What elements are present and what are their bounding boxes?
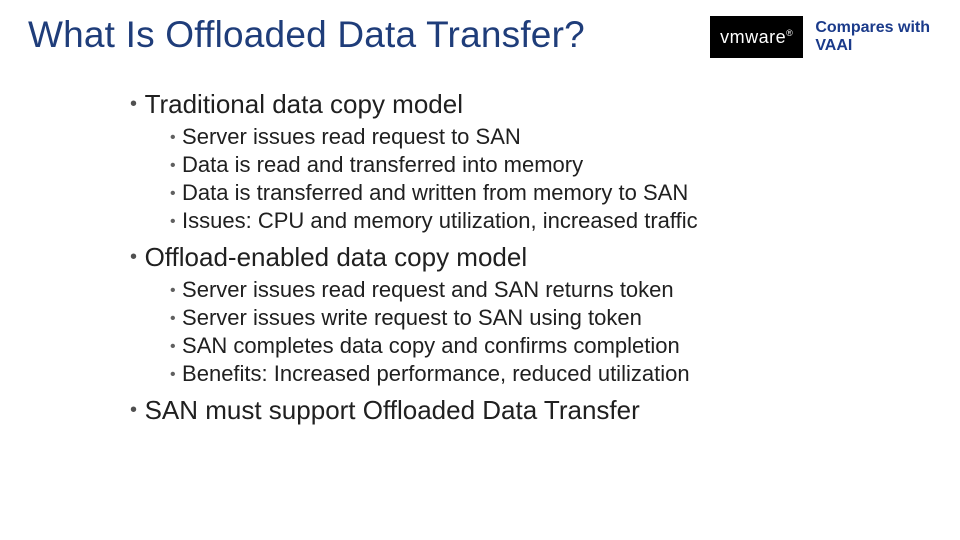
bullet-lvl2: Data is read and transferred into memory (170, 151, 890, 179)
vmware-logo: vmware® (710, 16, 803, 58)
bullet-lvl2: Server issues read request to SAN (170, 123, 890, 151)
bullet-lvl2: Server issues write request to SAN using… (170, 304, 890, 332)
slide: What Is Offloaded Data Transfer? vmware®… (0, 0, 960, 540)
bullet-group: Server issues read request to SAN Data i… (170, 123, 890, 236)
vmware-logo-text: vmware (720, 27, 786, 47)
badge-line2: VAAI (815, 37, 930, 55)
content-area: Traditional data copy model Server issue… (130, 84, 890, 429)
badge-line1: Compares with (815, 19, 930, 37)
bullet-group: Server issues read request and SAN retur… (170, 276, 890, 389)
bullet-lvl1: Offload-enabled data copy model (130, 241, 890, 274)
badge-caption: Compares with VAAI (815, 19, 930, 54)
bullet-lvl1: SAN must support Offloaded Data Transfer (130, 394, 890, 427)
bullet-lvl1: Traditional data copy model (130, 88, 890, 121)
compare-badge: vmware® Compares with VAAI (710, 16, 930, 58)
bullet-lvl2: Benefits: Increased performance, reduced… (170, 360, 890, 388)
bullet-lvl2: Issues: CPU and memory utilization, incr… (170, 207, 890, 235)
bullet-lvl2: SAN completes data copy and confirms com… (170, 332, 890, 360)
bullet-lvl2: Server issues read request and SAN retur… (170, 276, 890, 304)
bullet-lvl2: Data is transferred and written from mem… (170, 179, 890, 207)
slide-title: What Is Offloaded Data Transfer? (28, 14, 585, 56)
registered-mark: ® (786, 28, 793, 38)
